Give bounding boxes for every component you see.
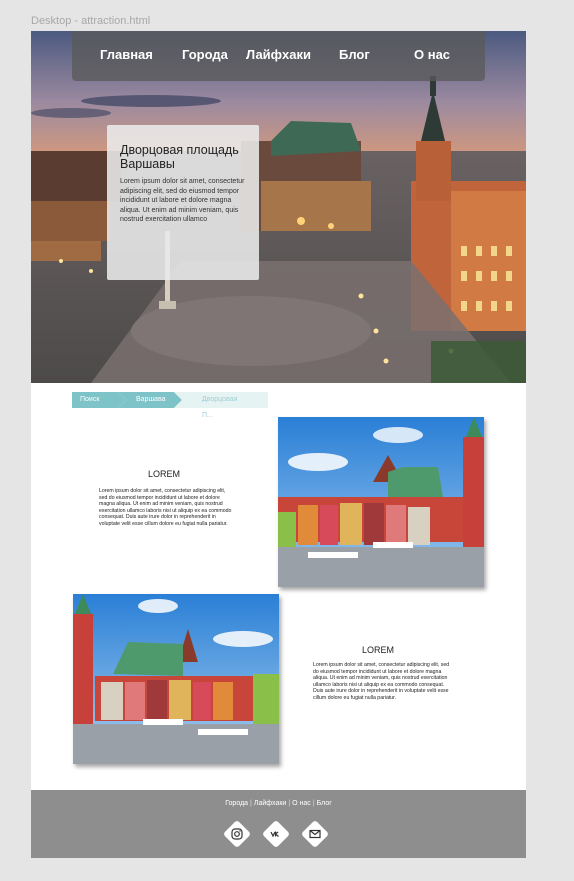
hero-text: Lorem ipsum dolor sit amet, consectetur … xyxy=(120,178,245,223)
section1-title: LOREM xyxy=(147,469,180,479)
warsaw-castle-square-photo xyxy=(31,31,526,383)
instagram-icon[interactable] xyxy=(222,819,252,849)
footer: Города | Лайфхаки | О нас | Блог xyxy=(31,790,526,858)
nav-item-blog[interactable]: Блог xyxy=(339,47,370,62)
breadcrumb-item-warsaw[interactable]: Варшава xyxy=(136,392,166,408)
hero-info-card: Дворцовая площадь Варшавы Lorem ipsum do… xyxy=(107,125,259,280)
main-nav: Главная Города Лайфхаки Блог О нас xyxy=(72,31,485,81)
mail-icon[interactable] xyxy=(300,819,330,849)
section2-text: Lorem ipsum dolor sit amet, consectetur … xyxy=(313,662,450,701)
breadcrumb-shapes xyxy=(72,392,268,408)
footer-link-cities[interactable]: Города xyxy=(224,800,249,807)
nav-item-about[interactable]: О нас xyxy=(414,47,450,62)
section1-text: Lorem ipsum dolor sit amet, consectetur … xyxy=(99,488,232,527)
breadcrumb-item-current: Дворцовая П... xyxy=(202,396,238,419)
nav-item-cities[interactable]: Города xyxy=(182,47,228,62)
nav-item-lifehacks[interactable]: Лайфхаки xyxy=(246,47,311,62)
section2-title: LOREM xyxy=(361,645,394,655)
section1-photo xyxy=(278,417,484,587)
footer-link-lifehacks[interactable]: Лайфхаки xyxy=(253,800,287,807)
page: Главная Города Лайфхаки Блог О нас Дворц… xyxy=(31,31,526,858)
hero-title: Дворцовая площадь Варшавы xyxy=(120,143,239,171)
hero-image: Главная Города Лайфхаки Блог О нас Дворц… xyxy=(31,31,526,383)
footer-link-blog[interactable]: Блог xyxy=(316,800,333,807)
footer-links: Города | Лайфхаки | О нас | Блог xyxy=(31,800,526,807)
frame-label: Desktop - attraction.html xyxy=(31,15,151,27)
vk-icon[interactable] xyxy=(261,819,291,849)
section2-photo xyxy=(73,594,279,764)
nav-item-home[interactable]: Главная xyxy=(100,47,153,62)
footer-link-about[interactable]: О нас xyxy=(291,800,312,807)
breadcrumb-item-search[interactable]: Поиск xyxy=(80,392,99,408)
